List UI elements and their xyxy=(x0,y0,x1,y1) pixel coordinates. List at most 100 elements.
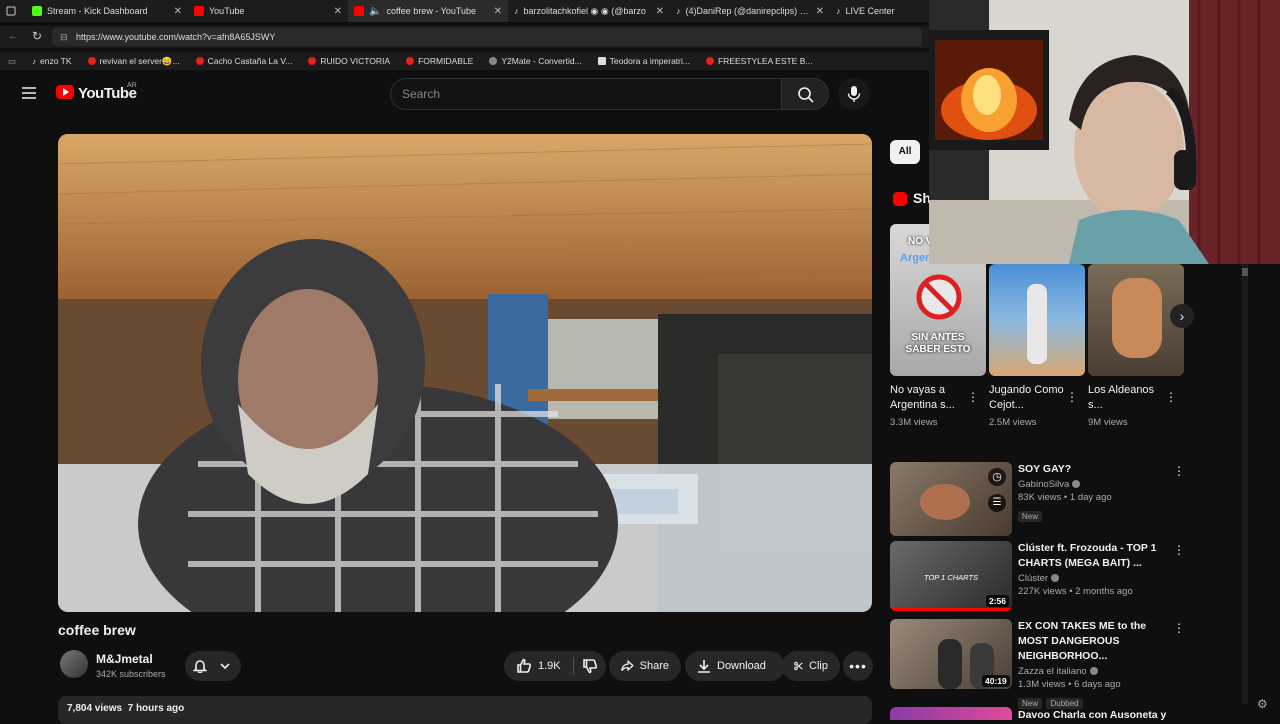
search-placeholder: Search xyxy=(402,87,441,101)
youtube-icon xyxy=(195,57,204,65)
menu-icon[interactable] xyxy=(21,86,37,100)
scissors-icon xyxy=(794,661,803,671)
sidebar-scrollbar[interactable] xyxy=(1242,264,1248,704)
bookmark-label: revivan el server😄... xyxy=(99,55,180,66)
browser-tab-bar: Stream - Kick Dashboard ✕ YouTube ✕ 🔈 co… xyxy=(0,0,930,22)
watch-later-icon[interactable]: ◷ xyxy=(988,468,1006,486)
short-title: Jugando Como Cejot... xyxy=(989,384,1064,411)
chip-all[interactable]: All xyxy=(890,140,920,164)
browser-tab-active[interactable]: 🔈 coffee brew - YouTube ✕ xyxy=(348,0,508,22)
back-icon[interactable]: ← xyxy=(8,30,19,42)
channel-avatar[interactable] xyxy=(60,650,88,678)
webcam-overlay xyxy=(929,0,1280,264)
subscription-bell-button[interactable] xyxy=(185,651,241,681)
bookmark[interactable]: ♪ enzo TK xyxy=(24,56,80,66)
speaker-icon[interactable]: 🔈 xyxy=(369,6,381,17)
tab-actions-icon[interactable] xyxy=(0,0,26,22)
browser-tab[interactable]: ♪ LIVE Center xyxy=(830,0,930,22)
short-thumbnail[interactable] xyxy=(1088,264,1184,376)
video-thumbnail[interactable]: TOP 1 CHARTS 2:56 xyxy=(890,541,1012,611)
chevron-right-icon[interactable]: › xyxy=(1170,304,1194,328)
video-thumbnail[interactable]: ◷ ☰ xyxy=(890,462,1012,536)
bookmark-label: RUIDO VICTORIA xyxy=(320,56,391,66)
bookmark[interactable]: RUIDO VICTORIA xyxy=(300,56,398,66)
like-count[interactable]: 1.9K xyxy=(538,660,561,672)
clip-button[interactable]: Clip xyxy=(782,651,840,681)
close-icon[interactable]: ✕ xyxy=(174,6,182,17)
chevron-down-icon xyxy=(220,663,230,670)
youtube-icon xyxy=(705,57,714,65)
search-input[interactable]: Search xyxy=(390,78,782,110)
bookmark[interactable]: Y2Mate - Convertid... xyxy=(481,56,589,66)
more-actions-button[interactable]: ••• xyxy=(843,651,873,681)
youtube-icon xyxy=(308,57,317,65)
short-views: 9M views xyxy=(1088,417,1128,428)
settings-icon[interactable]: ⚙ xyxy=(1257,697,1268,711)
video-item-meta: 227K views • 2 months ago xyxy=(1018,586,1133,597)
browser-tab[interactable]: Stream - Kick Dashboard ✕ xyxy=(26,0,188,22)
tab-label: Stream - Kick Dashboard xyxy=(47,6,148,16)
video-item[interactable]: SOY GAY? GabinoSilva 83K views • 1 day a… xyxy=(1018,462,1168,524)
browser-tab[interactable]: ♪ (4)DaniRep (@danirepclips) | TikT ✕ xyxy=(670,0,830,22)
more-vertical-icon[interactable]: ⋮ xyxy=(1172,543,1186,557)
site-info-icon[interactable]: ⊟ xyxy=(60,28,68,46)
url-field[interactable]: ⊟ https://www.youtube.com/watch?v=afn8A6… xyxy=(52,28,922,46)
more-vertical-icon[interactable]: ⋮ xyxy=(1065,390,1079,404)
like-icon[interactable] xyxy=(516,658,532,674)
more-vertical-icon[interactable]: ⋮ xyxy=(966,390,980,404)
video-item[interactable]: Clúster ft. Frozouda - TOP 1 CHARTS (MEG… xyxy=(1018,541,1168,597)
share-icon xyxy=(621,659,634,672)
short-item[interactable]: No vayas a Argentina s... 3.3M views xyxy=(890,383,968,428)
more-vertical-icon[interactable]: ⋮ xyxy=(1172,464,1186,478)
view-count-date: 7,804 views 7 hours ago xyxy=(67,703,185,714)
share-button[interactable]: Share xyxy=(609,651,681,681)
video-thumbnail[interactable] xyxy=(890,707,1012,720)
bookmark[interactable]: FORMIDABLE xyxy=(398,56,481,66)
bookmark[interactable]: FREESTYLEA ESTE B... xyxy=(698,56,820,66)
tab-label: YouTube xyxy=(209,6,245,16)
video-player[interactable] xyxy=(58,134,872,612)
voice-search-button[interactable] xyxy=(838,78,870,110)
shorts-icon xyxy=(893,192,907,206)
close-icon[interactable]: ✕ xyxy=(656,6,664,17)
scrollbar-thumb[interactable] xyxy=(1242,268,1248,276)
video-item[interactable]: Davoo Charla con Ausoneta y xyxy=(1018,708,1178,723)
close-icon[interactable]: ✕ xyxy=(816,6,824,17)
duration-badge: 2:56 xyxy=(986,595,1010,607)
bookmark[interactable]: revivan el server😄... xyxy=(80,56,188,67)
dislike-icon[interactable] xyxy=(582,658,598,674)
search-button[interactable] xyxy=(781,78,829,110)
address-bar: ← ↻ ⊟ https://www.youtube.com/watch?v=af… xyxy=(0,26,930,48)
tab-label: LIVE Center xyxy=(845,6,895,16)
close-icon[interactable]: ✕ xyxy=(494,6,502,17)
add-to-queue-icon[interactable]: ☰ xyxy=(988,494,1006,512)
reload-icon[interactable]: ↻ xyxy=(32,29,42,43)
like-dislike-group: 1.9K xyxy=(504,651,606,681)
short-thumbnail[interactable] xyxy=(989,264,1085,376)
download-button[interactable]: Download xyxy=(685,651,785,681)
close-icon[interactable]: ✕ xyxy=(334,6,342,17)
browser-tab[interactable]: YouTube ✕ xyxy=(188,0,348,22)
more-vertical-icon[interactable]: ⋮ xyxy=(1172,621,1186,635)
bell-icon xyxy=(193,660,207,673)
y2mate-icon xyxy=(489,57,498,65)
bookmark[interactable]: Teodora a imperatri... xyxy=(590,56,698,66)
short-item[interactable]: Jugando Como Cejot... 2.5M views xyxy=(989,383,1067,428)
youtube-icon xyxy=(406,57,415,65)
bowl xyxy=(920,484,970,520)
video-item-channel[interactable]: Zazza el italiano xyxy=(1018,666,1178,677)
short-item[interactable]: Los Aldeanos s... 9M views xyxy=(1088,383,1166,428)
browser-tab[interactable]: ♪ barzolitachkofiel ◉ ◉ (@barzo ✕ xyxy=(508,0,670,22)
video-item-channel[interactable]: Clúster xyxy=(1018,573,1168,584)
channel-name[interactable]: M&Jmetal xyxy=(96,652,153,666)
video-item[interactable]: EX CON TAKES ME to the MOST DANGEROUS NE… xyxy=(1018,619,1178,711)
video-item-title: Clúster ft. Frozouda - TOP 1 CHARTS (MEG… xyxy=(1018,542,1157,569)
youtube-logo-icon[interactable] xyxy=(56,85,74,99)
tab-label: (4)DaniRep (@danirepclips) | TikT xyxy=(685,6,811,16)
bookmark[interactable]: Cacho Castaña La V... xyxy=(188,56,301,66)
video-item-channel[interactable]: GabinoSilva xyxy=(1018,479,1168,490)
apps-icon[interactable]: ▭ xyxy=(0,56,24,67)
video-thumbnail[interactable]: 40:19 xyxy=(890,619,1012,689)
more-vertical-icon[interactable]: ⋮ xyxy=(1164,390,1178,404)
page-icon xyxy=(597,57,606,65)
